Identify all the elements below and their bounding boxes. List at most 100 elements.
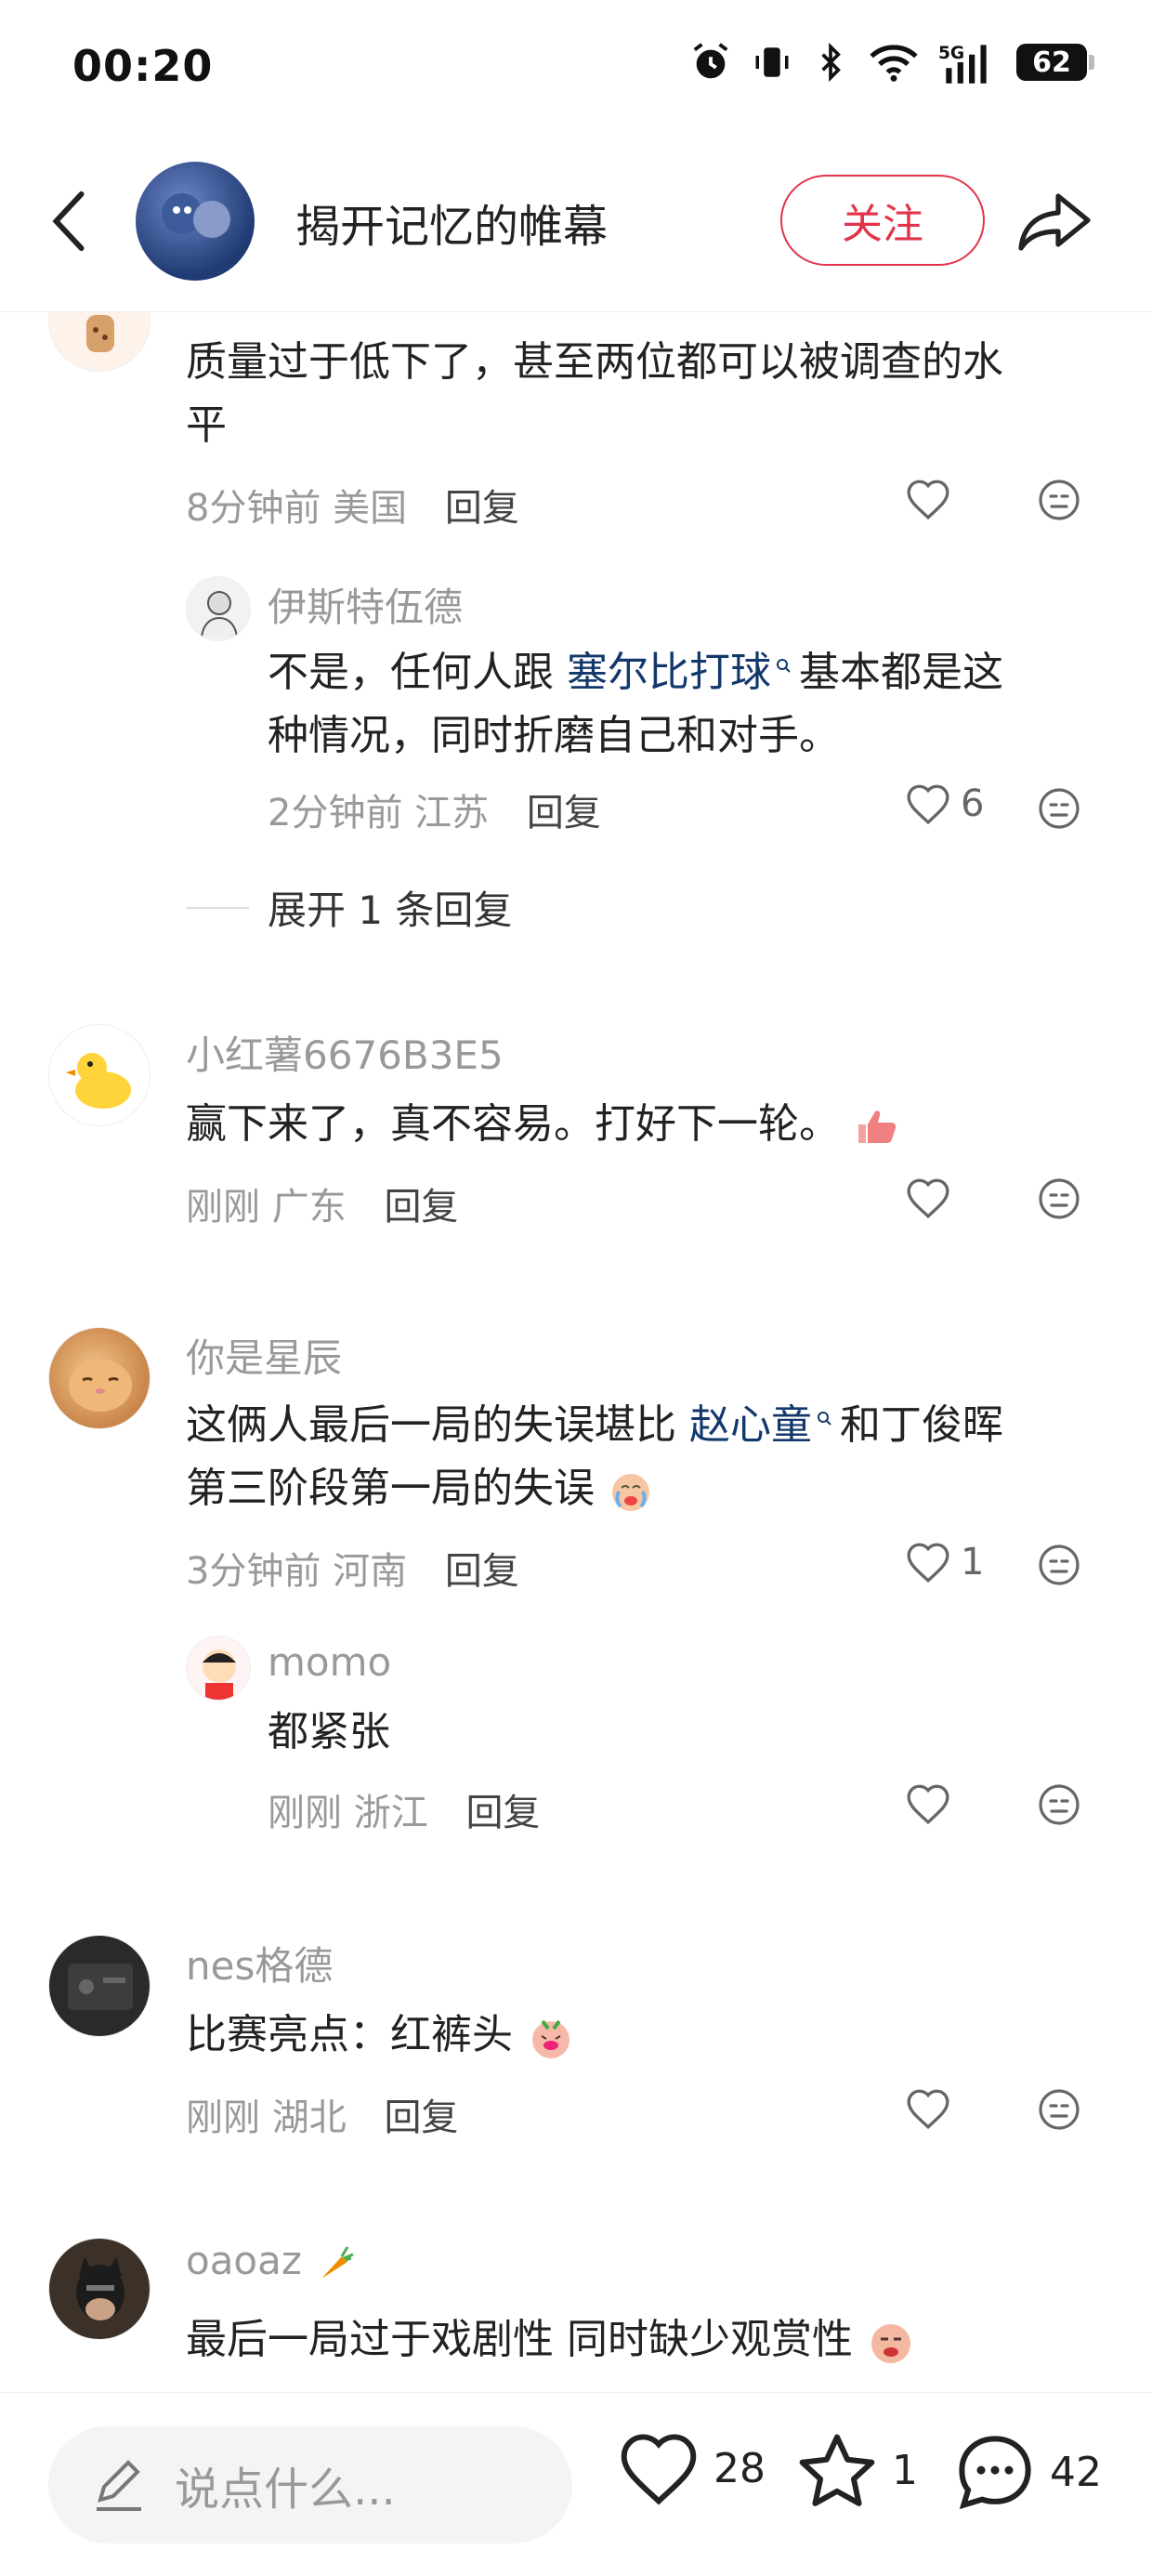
dislike-button[interactable] [1037, 2087, 1081, 2136]
avatar[interactable] [186, 1636, 251, 1701]
dislike-button[interactable] [1037, 1543, 1081, 1591]
like-count: 28 [713, 2444, 766, 2492]
comment-meta: 刚刚 浙江 回复 [268, 1782, 540, 1836]
like-button[interactable] [905, 2087, 951, 2130]
comment-username[interactable]: 伊斯特伍德 [268, 576, 463, 633]
comment-text: 不是，任何人跟 塞尔比打球 基本都是这 种情况，同时折磨自己和对手。 [268, 649, 1003, 759]
avatar[interactable] [48, 1327, 151, 1429]
comments-button[interactable]: 42 [953, 2430, 1102, 2514]
heart-icon [907, 480, 949, 520]
avatar[interactable] [48, 1935, 151, 2037]
wifi-icon [870, 45, 918, 82]
reply-button[interactable]: 回复 [384, 2096, 458, 2139]
masked-hero-icon [76, 2257, 124, 2320]
meh-face-icon [1039, 480, 1080, 520]
meh-face-icon [1039, 788, 1080, 829]
comment-text: 比赛亮点：红裤头 [186, 2004, 576, 2067]
duck-icon [66, 1053, 131, 1109]
comment-meta: 刚刚 广东 回复 [186, 1176, 458, 1230]
comment-username[interactable]: momo [268, 1639, 391, 1685]
comment-username[interactable]: 小红薯6676B3E5 [186, 1024, 504, 1081]
header: 揭开记忆的帷幕 关注 [0, 139, 1152, 312]
comment-text: 质量过于低下了，甚至两位都可以被调查的水 平 [186, 338, 1003, 449]
heart-icon [907, 2089, 949, 2130]
comment-meta: 3分钟前 河南 回复 [186, 1541, 519, 1595]
like-button[interactable] [905, 1176, 951, 1219]
avatar[interactable] [186, 576, 251, 641]
status-icons: 5G 62 [689, 41, 1094, 84]
comment-count: 42 [1050, 2448, 1102, 2496]
crying-emoji-icon [612, 1474, 649, 1511]
share-button[interactable] [1013, 180, 1096, 264]
reply-button[interactable]: 回复 [445, 1550, 519, 1593]
like-post-button[interactable]: 28 [617, 2430, 766, 2506]
meh-face-icon [1039, 1544, 1080, 1585]
expand-replies-button[interactable]: 展开 1 条回复 [186, 879, 512, 936]
comment-meta: 2分钟前 江苏 回复 [268, 782, 601, 836]
thumbs-up-emoji-icon [858, 1111, 897, 1143]
search-icon [777, 659, 791, 673]
meh-face-icon [1039, 1784, 1080, 1825]
dislike-button[interactable] [1037, 1782, 1081, 1831]
status-bar: 00:20 5G 62 [0, 0, 1152, 139]
comment-input[interactable]: 说点什么... [48, 2426, 572, 2543]
comment-text: 都紧张 [268, 1708, 390, 1755]
comment-username[interactable]: oaoaz [186, 2238, 355, 2284]
bottom-bar: 说点什么... 28 1 42 [0, 2392, 1152, 2576]
carrot-icon [321, 2245, 354, 2279]
heart-icon [621, 2434, 697, 2505]
follow-button[interactable]: 关注 [780, 175, 985, 266]
comment-text: 这俩人最后一局的失误堪比 赵心童 和丁俊晖 第三阶段第一局的失误 [186, 1401, 1003, 1512]
comment-meta: 8分钟前 美国 回复 [186, 478, 519, 532]
comment-location: 美国 [333, 487, 408, 530]
meh-face-icon [1039, 1178, 1080, 1219]
reply-button[interactable]: 回复 [445, 487, 519, 530]
comment-time: 刚刚 [186, 2096, 260, 2139]
comment-username[interactable]: 你是星辰 [186, 1327, 342, 1384]
like-button[interactable] [905, 478, 951, 520]
heart-icon [907, 1178, 949, 1219]
comment-time: 刚刚 [186, 1186, 260, 1229]
pig-emoji-icon [532, 2019, 569, 2058]
page-title[interactable]: 揭开记忆的帷幕 [295, 190, 608, 255]
like-button[interactable] [905, 1782, 951, 1825]
author-avatar[interactable] [136, 162, 255, 281]
comment-bubble-icon [959, 2436, 1031, 2510]
comment-input-placeholder: 说点什么... [175, 2464, 396, 2516]
comment-location: 广东 [271, 1186, 347, 1229]
star-icon [799, 2434, 875, 2506]
clock: 00:20 [72, 41, 214, 91]
back-button[interactable] [41, 184, 97, 258]
comment-location: 江苏 [414, 792, 490, 835]
comment-username[interactable]: nes格德 [186, 1935, 333, 1991]
collect-button[interactable]: 1 [795, 2430, 918, 2510]
cat-icon [69, 1360, 132, 1412]
comment-time: 刚刚 [268, 1792, 342, 1834]
reply-button[interactable]: 回复 [384, 1186, 458, 1229]
topic-link[interactable]: 塞尔比打球 [567, 649, 799, 696]
comment-location: 河南 [333, 1550, 408, 1593]
reply-button[interactable]: 回复 [527, 792, 601, 835]
comment-location: 浙江 [353, 1792, 428, 1834]
comment-location: 湖北 [271, 2096, 347, 2139]
heart-icon [907, 784, 949, 825]
dislike-button[interactable] [1037, 478, 1081, 526]
dislike-button[interactable] [1037, 786, 1081, 835]
search-icon [818, 1412, 831, 1426]
alarm-icon [693, 43, 728, 79]
avatar[interactable] [48, 2238, 151, 2340]
share-icon [1018, 193, 1091, 251]
dislike-button[interactable] [1037, 1176, 1081, 1225]
like-button[interactable]: 6 [905, 782, 984, 825]
comment-meta: 刚刚 湖北 回复 [186, 2087, 458, 2141]
like-count: 6 [961, 782, 985, 825]
sad-emoji-icon [871, 2324, 910, 2363]
avatar[interactable] [48, 1024, 151, 1126]
like-button[interactable]: 1 [905, 1541, 984, 1584]
reply-button[interactable]: 回复 [465, 1792, 540, 1834]
comment-time: 8分钟前 [186, 487, 321, 530]
pencil-icon [97, 2460, 141, 2511]
comment-text: 最后一局过于戏剧性 同时缺少观赏性 [186, 2308, 916, 2372]
topic-link[interactable]: 赵心童 [689, 1401, 840, 1449]
svg-text:5G: 5G [938, 44, 964, 63]
